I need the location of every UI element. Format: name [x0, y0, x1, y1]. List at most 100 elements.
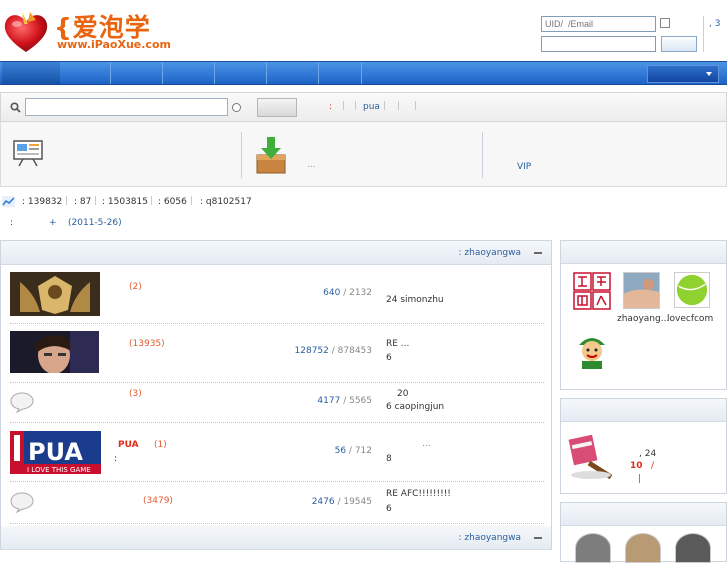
- paint-brush-icon: [568, 434, 613, 480]
- forum-last-post-time: 6: [386, 353, 392, 363]
- sidebar-box-header: [561, 503, 726, 526]
- notice-date[interactable]: (2011-5-26): [68, 218, 122, 228]
- stat-newest-member[interactable]: : q8102517: [200, 197, 252, 207]
- search-button[interactable]: [257, 98, 297, 117]
- forum-title[interactable]: PUA: [118, 440, 139, 450]
- user-info-sep: |: [638, 474, 642, 484]
- forum-today-count: (3479): [143, 496, 173, 506]
- register-link[interactable]: , 3: [709, 19, 720, 29]
- forum-last-post-title[interactable]: 20: [397, 389, 408, 399]
- nav-tab-1[interactable]: [60, 62, 111, 84]
- heart-logo-icon: [4, 12, 48, 52]
- forum-counts: 56 / 712: [334, 446, 372, 456]
- sidebar-box-header: [561, 241, 726, 264]
- forum-posts: 2132: [349, 288, 372, 298]
- nav-home-tab[interactable]: [2, 62, 60, 84]
- forum-topics: 56: [334, 446, 347, 456]
- separator: |: [190, 196, 194, 206]
- separator: |: [342, 101, 346, 111]
- forum-last-post-title[interactable]: RE AFC!!!!!!!!!: [386, 489, 451, 499]
- forum-category-header: : zhaoyangwa: [1, 241, 551, 265]
- avatar-cartoon-soldier-icon[interactable]: [573, 331, 611, 369]
- band-divider: [482, 132, 483, 178]
- notice-plus[interactable]: +: [49, 218, 57, 228]
- stats-chart-icon: [2, 196, 15, 207]
- nav-tab-3[interactable]: [163, 62, 215, 84]
- forum-today-count: (2): [129, 282, 142, 292]
- nav-dropdown[interactable]: [647, 65, 719, 83]
- forum-posts: 878453: [337, 346, 372, 356]
- nav-tab-4[interactable]: [215, 62, 267, 84]
- category-moderator[interactable]: : zhaoyangwa: [459, 533, 521, 543]
- sidebar-active-users: zhaoyang... lovecfcom: [560, 240, 727, 390]
- collapse-icon[interactable]: [534, 537, 542, 539]
- user-info-line: , 24: [639, 449, 657, 459]
- chevron-down-icon: [706, 72, 712, 76]
- nav-tab-6[interactable]: [319, 62, 362, 84]
- user-avatar[interactable]: [625, 533, 661, 563]
- separator: |: [94, 196, 98, 206]
- search-icon: [10, 102, 21, 113]
- forum-moderator: :: [114, 454, 118, 464]
- presentation-board-icon[interactable]: [13, 139, 43, 167]
- password-input[interactable]: [541, 36, 656, 52]
- user-name[interactable]: zhaoyang...: [617, 314, 669, 324]
- category-moderator[interactable]: : zhaoyangwa: [459, 248, 521, 258]
- forum-counts: 4177 / 5565: [317, 396, 372, 406]
- username-input[interactable]: [541, 16, 656, 32]
- user-avatar[interactable]: [575, 533, 611, 563]
- search-bar: : | | pua | | |: [0, 92, 727, 122]
- notice-label: :: [10, 218, 14, 228]
- forum-last-post[interactable]: 24 simonzhu: [386, 295, 444, 305]
- hot-search-label: :: [329, 102, 333, 112]
- download-box-icon[interactable]: [255, 135, 287, 175]
- user-avatar[interactable]: [675, 533, 711, 563]
- forum-last-post-title[interactable]: ...: [422, 439, 431, 449]
- search-radio[interactable]: [232, 103, 241, 112]
- forum-last-post-time: 6: [386, 504, 392, 514]
- stat-members: : 1503815: [102, 197, 148, 207]
- speech-bubble-icon: [10, 392, 34, 413]
- nav-tab-2[interactable]: [111, 62, 163, 84]
- user-avatar[interactable]: [623, 272, 660, 309]
- forum-counts: 640 / 2132: [323, 288, 372, 298]
- remember-checkbox[interactable]: [660, 18, 670, 28]
- login-button[interactable]: [661, 36, 697, 52]
- search-input[interactable]: [25, 98, 228, 116]
- band-divider: [241, 132, 242, 178]
- collapse-icon[interactable]: [534, 252, 542, 254]
- forum-today-count: (3): [129, 389, 142, 399]
- user-avatar[interactable]: [674, 272, 710, 308]
- forum-last-post-time: 6 caopingjun: [386, 402, 445, 412]
- sidebar-user-info: , 24 10 / |: [560, 398, 727, 494]
- forum-posts: 5565: [349, 396, 372, 406]
- forum-last-post-title[interactable]: RE ...: [386, 339, 409, 349]
- avatar-seal-icon[interactable]: [573, 272, 611, 310]
- site-logo[interactable]: {爱泡学 www.iPaoXue.com: [2, 6, 171, 54]
- separator: |: [354, 101, 358, 111]
- forum-category-header: : zhaoyangwa: [1, 526, 551, 550]
- separator: |: [150, 196, 154, 206]
- forum-row[interactable]: (3479) 2476 / 19545 RE AFC!!!!!!!!! 6: [10, 482, 544, 524]
- forum-list: : zhaoyangwa (2) 640 / 2132 24 simonzhu: [0, 240, 552, 550]
- vip-link[interactable]: VIP: [517, 162, 531, 172]
- hot-tag-pua[interactable]: pua: [363, 102, 380, 112]
- svg-text:PUA: PUA: [28, 438, 83, 466]
- forum-row[interactable]: (3) 4177 / 5565 20 6 caopingjun: [10, 383, 544, 423]
- user-name[interactable]: lovecfcom: [667, 314, 713, 324]
- forum-topics: 128752: [294, 346, 329, 356]
- forum-thumb-portrait-icon: [10, 331, 99, 373]
- forum-row[interactable]: PUA I LOVE THIS GAME PUA (1) : 56 / 712 …: [10, 423, 544, 482]
- forum-row[interactable]: (2) 640 / 2132 24 simonzhu: [10, 265, 544, 324]
- feature-band: ... VIP: [0, 122, 727, 187]
- forum-last-post-time: 8: [386, 454, 392, 464]
- svg-text:I LOVE THIS GAME: I LOVE THIS GAME: [27, 466, 91, 474]
- stat-online: : 6056: [158, 197, 187, 207]
- forum-row[interactable]: (13935) 128752 / 878453 RE ... 6: [10, 324, 544, 383]
- main-nav: [0, 61, 727, 85]
- forum-topics: 4177: [317, 396, 341, 406]
- user-info-slash: /: [651, 461, 655, 471]
- user-credits: 10: [630, 461, 643, 471]
- nav-tab-5[interactable]: [267, 62, 319, 84]
- logo-url: www.iPaoXue.com: [57, 38, 171, 51]
